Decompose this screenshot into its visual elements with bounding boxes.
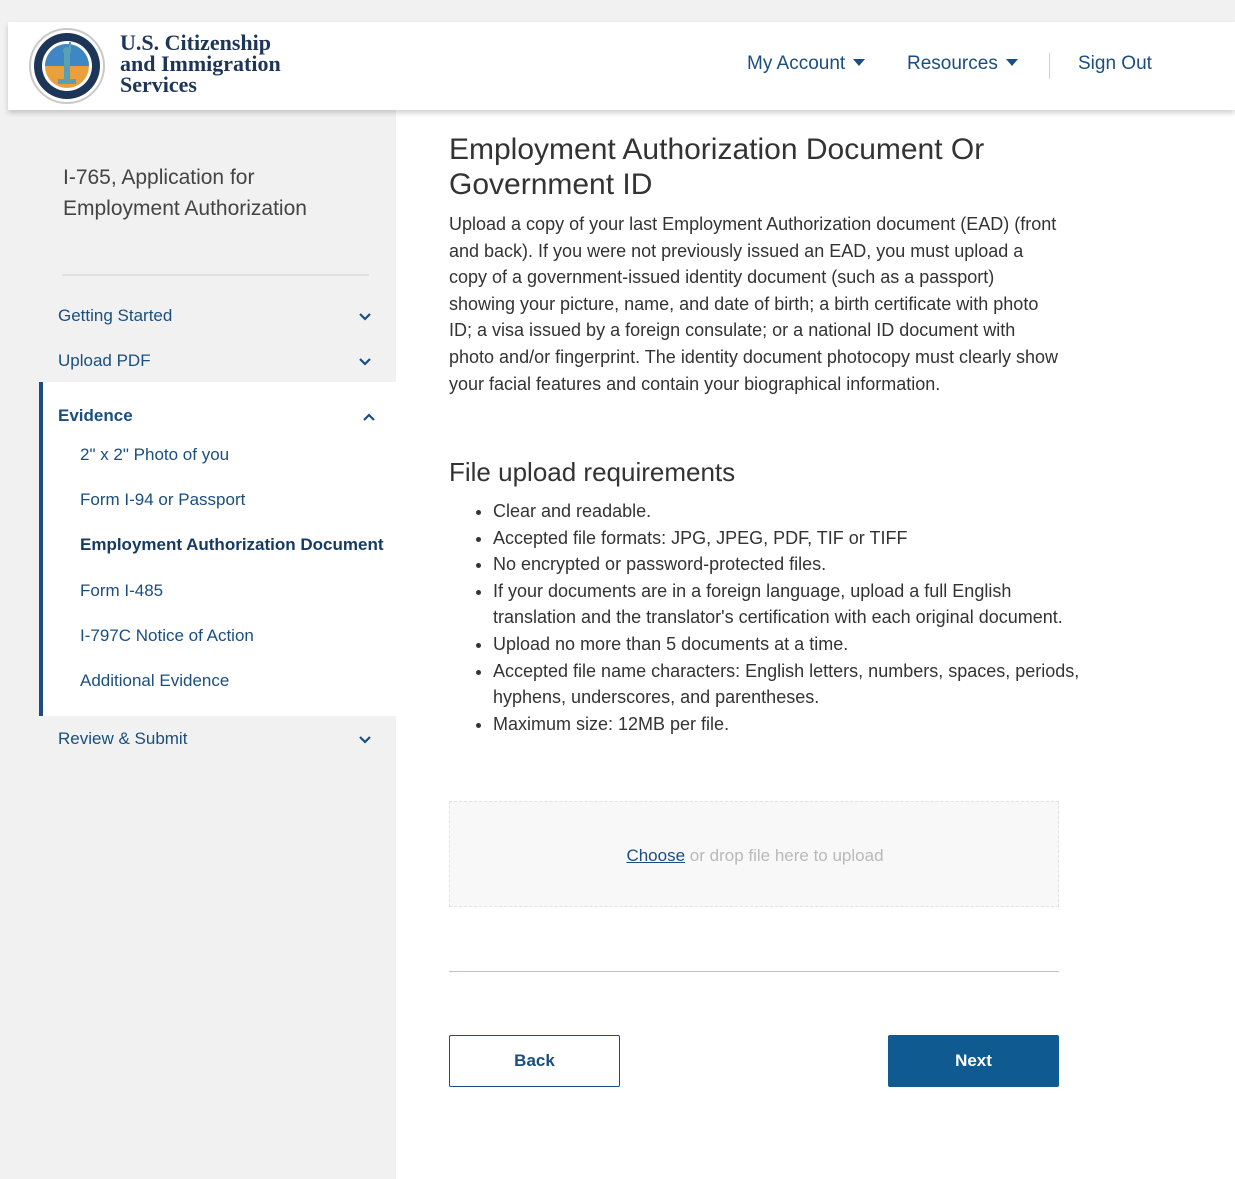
sidebar-item-label: Getting Started — [58, 306, 173, 325]
list-item: Accepted file formats: JPG, JPEG, PDF, T… — [493, 525, 1093, 552]
section-divider — [449, 971, 1059, 972]
sidebar: I-765, Application for Employment Author… — [8, 110, 400, 1179]
back-button[interactable]: Back — [449, 1035, 620, 1087]
page-title: Employment Authorization Document Or Gov… — [449, 133, 985, 201]
chevron-up-icon[interactable] — [362, 412, 376, 422]
dropzone-text: Choose or drop file here to upload — [450, 846, 1060, 866]
chevron-down-icon[interactable] — [358, 357, 372, 367]
sidebar-item-getting-started[interactable]: Getting Started — [58, 306, 172, 326]
chevron-down-icon[interactable] — [358, 735, 372, 745]
requirements-heading: File upload requirements — [449, 457, 736, 487]
agency-name[interactable]: U.S. Citizenship and Immigration Service… — [120, 30, 281, 97]
sidebar-subitem-additional-evidence[interactable]: Additional Evidence — [80, 671, 229, 691]
my-account-label: My Account — [747, 53, 846, 74]
instructions-text: Upload a copy of your last Employment Au… — [449, 214, 1059, 394]
site-header: U.S. Citizenship and Immigration Service… — [8, 22, 1235, 110]
sidebar-subitem-i797c[interactable]: I-797C Notice of Action — [80, 626, 254, 646]
sign-out-link[interactable]: Sign Out — [1078, 53, 1152, 75]
list-item: Upload no more than 5 documents at a tim… — [493, 631, 1093, 658]
agency-name-line-2: and Immigration — [120, 51, 281, 76]
list-item: Maximum size: 12MB per file. — [493, 711, 1093, 738]
resources-label: Resources — [907, 53, 998, 74]
my-account-menu[interactable]: My Account — [747, 53, 866, 75]
sidebar-subitem-form-i94[interactable]: Form I-94 or Passport — [80, 490, 245, 510]
form-title: I-765, Application for Employment Author… — [63, 166, 307, 220]
sidebar-subitem-form-i485[interactable]: Form I-485 — [80, 581, 163, 601]
browser-top-strip — [0, 0, 1235, 22]
sidebar-section-evidence: Evidence 2" x 2" Photo of you Form I-94 … — [39, 382, 400, 716]
next-button[interactable]: Next — [888, 1035, 1059, 1087]
resources-menu[interactable]: Resources — [907, 53, 1018, 75]
list-item: If your documents are in a foreign langu… — [493, 578, 1093, 631]
nav-divider — [1049, 53, 1050, 79]
sidebar-item-evidence[interactable]: Evidence — [58, 406, 133, 426]
sidebar-item-label: Upload PDF — [58, 351, 151, 370]
caret-down-icon — [853, 59, 866, 66]
sidebar-item-review-submit[interactable]: Review & Submit — [58, 729, 187, 749]
sidebar-item-upload-pdf[interactable]: Upload PDF — [58, 351, 151, 371]
requirements-list: Clear and readable. Accepted file format… — [449, 498, 1093, 737]
agency-name-line-3: Services — [120, 72, 197, 97]
sidebar-item-label: Review & Submit — [58, 729, 188, 748]
list-item: Accepted file name characters: English l… — [493, 658, 1093, 711]
browser-left-strip — [0, 22, 8, 1179]
sidebar-divider — [62, 274, 369, 276]
choose-file-link[interactable]: Choose — [626, 846, 685, 865]
list-item: No encrypted or password-protected files… — [493, 551, 1093, 578]
sidebar-subitem-ead[interactable]: Employment Authorization Document — [80, 535, 384, 555]
list-item: Clear and readable. — [493, 498, 1093, 525]
file-dropzone[interactable]: Choose or drop file here to upload — [449, 801, 1059, 907]
sidebar-subitem-photo[interactable]: 2" x 2" Photo of you — [80, 445, 229, 465]
dropzone-hint: or drop file here to upload — [685, 846, 884, 865]
uscis-seal-icon[interactable] — [28, 27, 106, 105]
chevron-down-icon[interactable] — [358, 312, 372, 322]
caret-down-icon — [1005, 59, 1018, 66]
agency-name-line-1: U.S. Citizenship — [120, 30, 271, 55]
